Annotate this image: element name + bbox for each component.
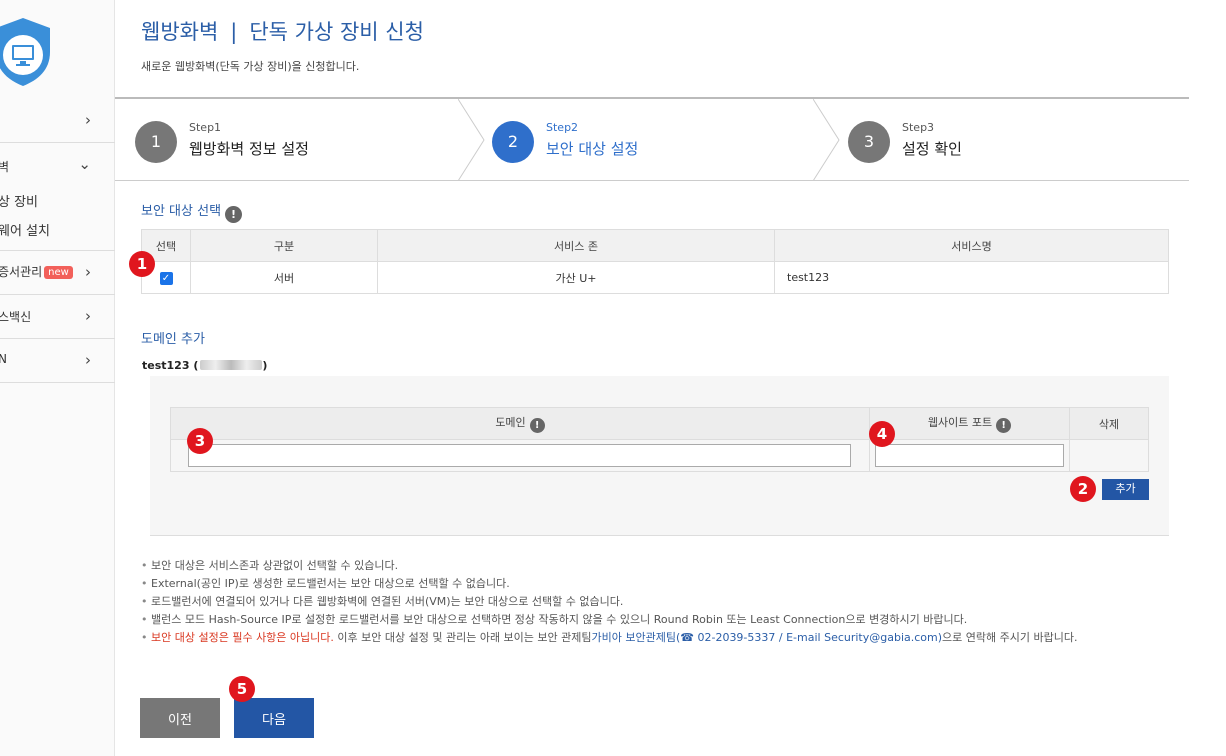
sidebar-item-label: 벽 [0,160,10,174]
chevron-down-icon: ⌄ [78,155,91,173]
sidebar-item-1[interactable]: › [0,99,115,143]
page-title-subtitle: 단독 가상 장비 신청 [249,20,424,44]
table-header-row: 선택 구분 서비스 존 서비스명 [141,229,1169,262]
domain-table: 도메인! 웹사이트 포트! 삭제 [170,407,1149,472]
notes-list: 보안 대상은 서비스존과 상관없이 선택할 수 있습니다. External(공… [141,557,1171,647]
note-item: External(공인 IP)로 생성한 로드밸런서는 보안 대상으로 선택할 … [141,575,1171,593]
add-domain-button[interactable]: 추가 [1102,479,1149,500]
target-table: 선택 구분 서비스 존 서비스명 ✓ 서버 가산 U+ test123 [141,229,1169,294]
note-item: 로드밸런서에 연결되어 있거나 다른 웹방화벽에 연결된 서버(VM)는 보안 … [141,593,1171,611]
note-item: 밸런스 모드 Hash-Source IP로 설정한 로드밸런서를 보안 대상으… [141,611,1171,629]
contact-info: (☎ 02-2039-5337 / E-mail Security@gabia.… [675,631,943,644]
column-header-domain: 도메인! [170,407,870,440]
chevron-right-icon: › [85,111,91,129]
info-icon[interactable]: ! [225,206,243,223]
column-header-service-name: 서비스명 [774,229,1169,262]
info-icon[interactable]: ! [529,418,545,433]
step-number: 3 [848,121,890,163]
sidebar-item-label: 스백신 [0,310,32,324]
column-header-type: 구분 [190,229,378,262]
sidebar-item-label: N [0,352,7,366]
sidebar-item-vaccine[interactable]: 스백신 › [0,295,115,339]
step-label: 웹방화벽 정보 설정 [189,140,309,158]
port-cell [869,439,1070,472]
port-input[interactable] [875,444,1064,467]
title-separator: | [230,20,238,44]
next-button[interactable]: 다음 [234,698,314,738]
column-header-zone: 서비스 존 [377,229,775,262]
chevron-right-icon: › [85,351,91,369]
page-title-product: 웹방화벽 [141,20,219,44]
step-number: 2 [492,121,534,163]
server-label: test123 () [142,359,268,372]
table-row[interactable]: ✓ 서버 가산 U+ test123 [141,261,1169,294]
page-title: 웹방화벽 | 단독 가상 장비 신청 [141,16,424,46]
sidebar-subitem-software-install[interactable]: 웨어 설치 [0,220,50,239]
step-label: 보안 대상 설정 [546,140,639,158]
chevron-right-icon: › [85,307,91,325]
step-number: 1 [135,121,177,163]
sidebar: › 벽 ⌄ 상 장비 웨어 설치 증서관리 new › 스백신 › N › [0,0,115,756]
note-item: 보안 대상은 서비스존과 상관없이 선택할 수 있습니다. [141,557,1171,575]
column-header-delete: 삭제 [1069,407,1149,440]
marker-4: 4 [869,421,895,447]
zone-cell: 가산 U+ [377,261,775,294]
prev-button[interactable]: 이전 [140,698,220,738]
shield-monitor-logo-icon [0,18,50,86]
note-item-important: 보안 대상 설정은 필수 사항은 아닙니다. 이후 보안 대상 설정 및 관리는… [141,629,1171,647]
step-label: 설정 확인 [902,140,962,158]
new-badge: new [44,266,73,279]
sidebar-subitem-virtual-device[interactable]: 상 장비 [0,191,38,210]
marker-5: 5 [229,676,255,702]
masked-ip [200,360,263,370]
domain-cell [170,439,870,472]
stepper: 1 Step1 웹방화벽 정보 설정 2 Step2 보안 대상 설정 3 St… [115,99,1189,181]
column-header-port: 웹사이트 포트! [869,407,1070,440]
sidebar-item-firewall[interactable]: 벽 ⌄ 상 장비 웨어 설치 [0,143,115,251]
domain-section-title: 도메인 추가 [141,332,205,347]
table-row [170,439,1149,472]
target-checkbox[interactable]: ✓ [159,271,173,285]
step-small-label: Step1 [189,121,222,134]
target-section-title: 보안 대상 선택! [141,200,243,223]
step-divider-icon [813,99,840,181]
sidebar-item-vpn[interactable]: N › [0,339,115,383]
info-icon[interactable]: ! [996,418,1012,433]
page-description: 새로운 웹방화벽(단독 가상 장비)을 신청합니다. [141,60,360,73]
marker-2: 2 [1070,476,1096,502]
table-header-row: 도메인! 웹사이트 포트! 삭제 [170,407,1149,440]
step-small-label: Step2 [546,121,579,134]
delete-cell [1069,439,1149,472]
step-small-label: Step3 [902,121,935,134]
type-cell: 서버 [190,261,378,294]
sidebar-item-certificate[interactable]: 증서관리 new › [0,251,115,295]
service-name-cell: test123 [774,261,1169,294]
sidebar-item-label: 증서관리 [0,265,43,279]
step-divider-icon [458,99,485,181]
security-team-link[interactable]: 가비아 보안관제팀 [592,631,676,644]
chevron-right-icon: › [85,263,91,281]
marker-1: 1 [129,251,155,277]
marker-3: 3 [187,428,213,454]
domain-input[interactable] [188,444,851,467]
